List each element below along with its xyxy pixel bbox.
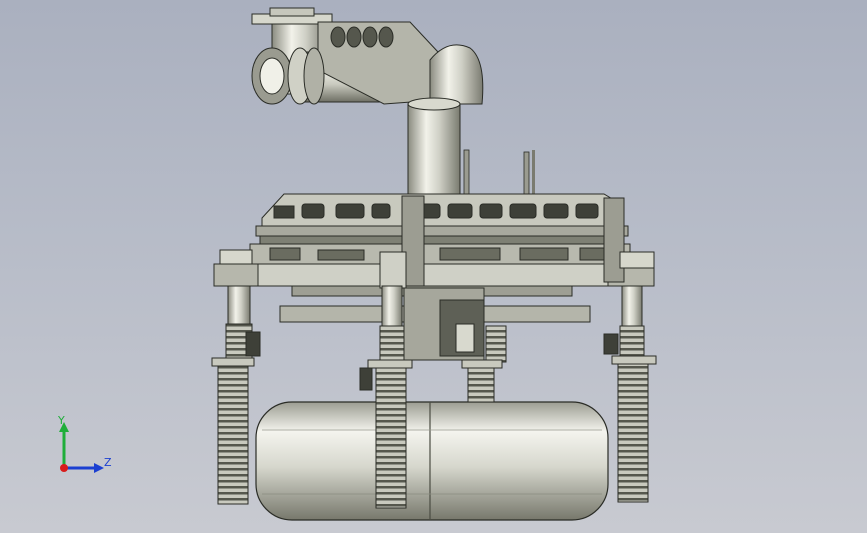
pontoon-tank[interactable] [255,401,609,521]
graphics-viewport[interactable]: Y Z [0,0,867,533]
leg-left[interactable] [211,249,261,505]
z-axis-label: Z [104,456,112,469]
leg-right[interactable] [603,251,657,503]
turret-assembly[interactable] [251,7,535,197]
chassis-frame[interactable] [213,193,655,361]
z-axis-arrowhead [94,463,104,473]
x-axis-origin [60,464,68,472]
cad-model-view[interactable] [0,0,867,533]
y-axis-label: Y [58,414,65,427]
